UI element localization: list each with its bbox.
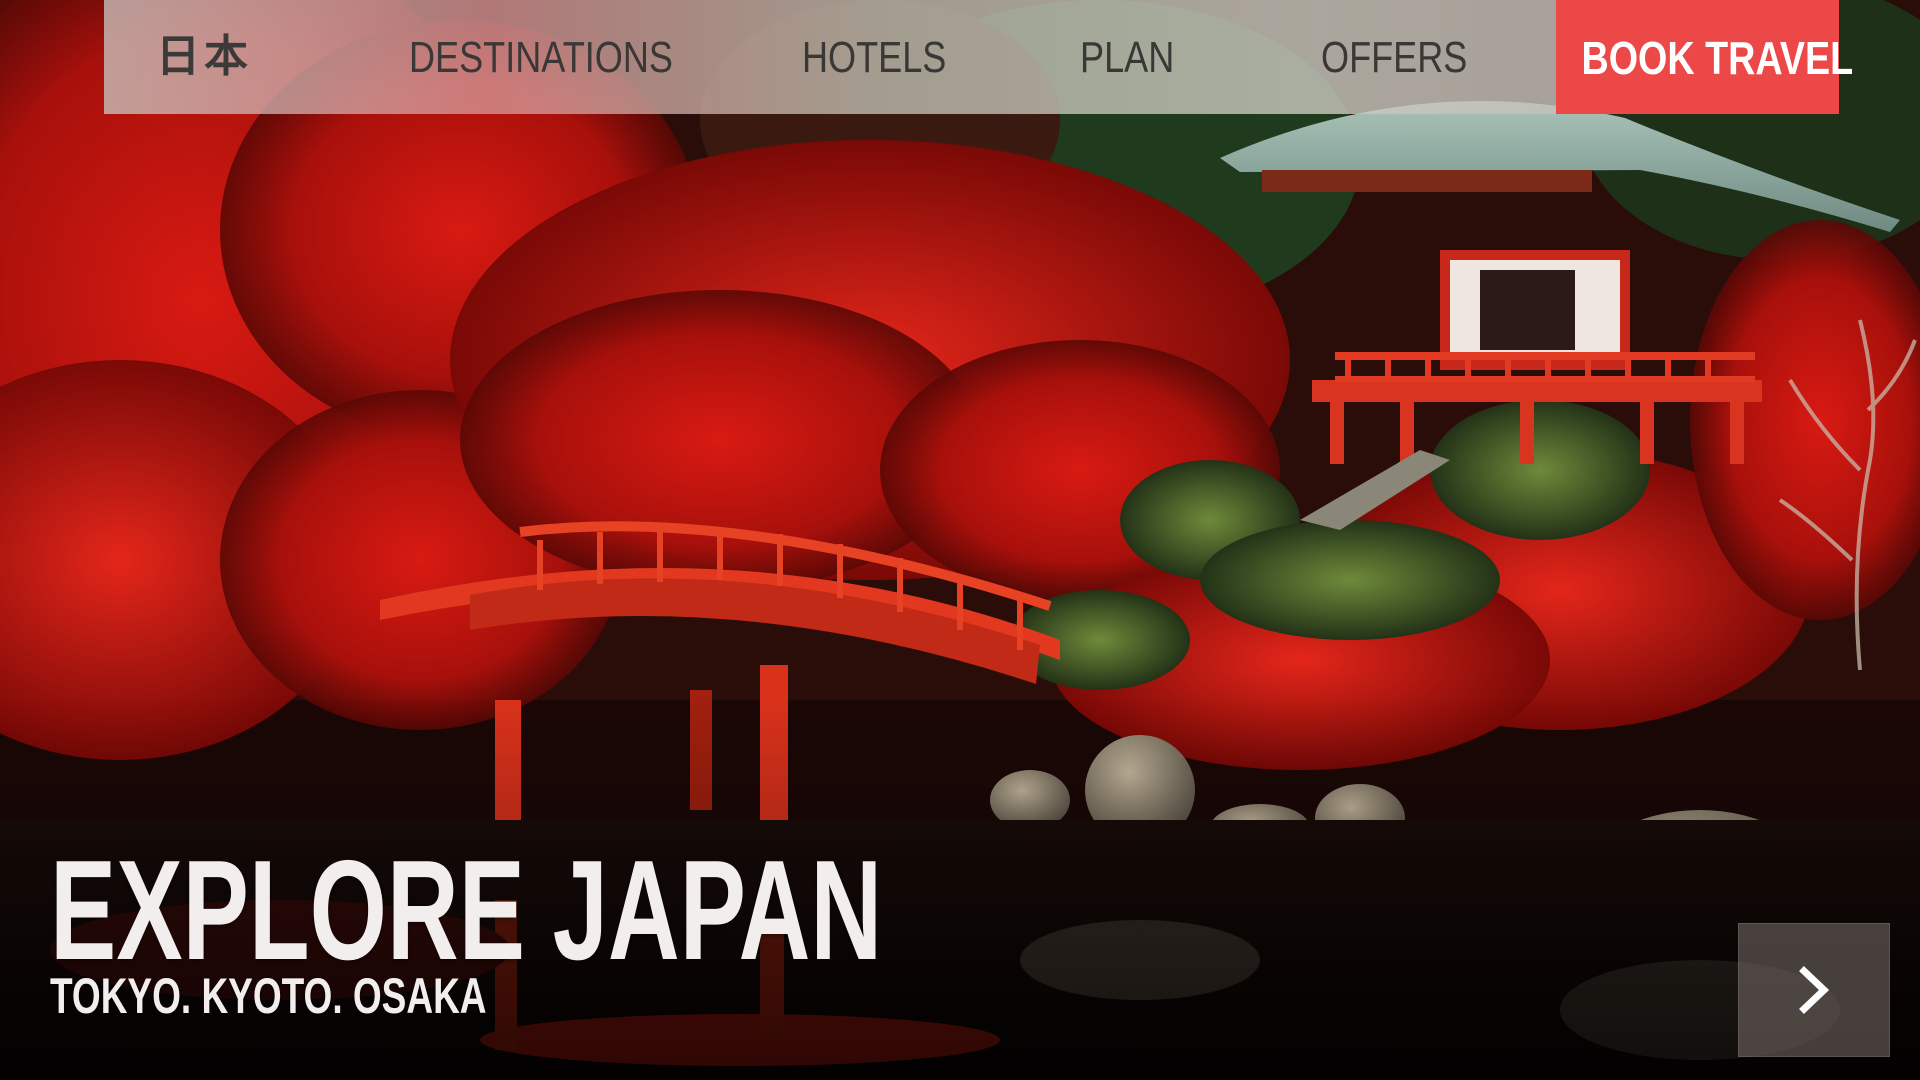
chevron-right-icon [1799,966,1830,1014]
book-travel-button[interactable]: BOOK TRAVEL [1556,0,1854,114]
hero-page: 日本 DESTINATIONS HOTELS PLAN OFFERS BOOK … [0,0,1920,1080]
hero-title: EXPLORE JAPAN [50,831,883,990]
nav-link-plan[interactable]: PLAN [1080,0,1174,114]
brand-logo[interactable]: 日本 [156,0,252,114]
hero-subtitle: TOKYO. KYOTO. OSAKA [50,968,487,1024]
next-slide-button[interactable] [1738,923,1890,1057]
nav-link-destinations[interactable]: DESTINATIONS [409,0,673,114]
book-travel-label: BOOK TRAVEL [1581,32,1854,84]
top-navigation: 日本 DESTINATIONS HOTELS PLAN OFFERS BOOK … [104,0,1854,114]
nav-link-offers[interactable]: OFFERS [1321,0,1467,114]
nav-link-hotels[interactable]: HOTELS [802,0,946,114]
